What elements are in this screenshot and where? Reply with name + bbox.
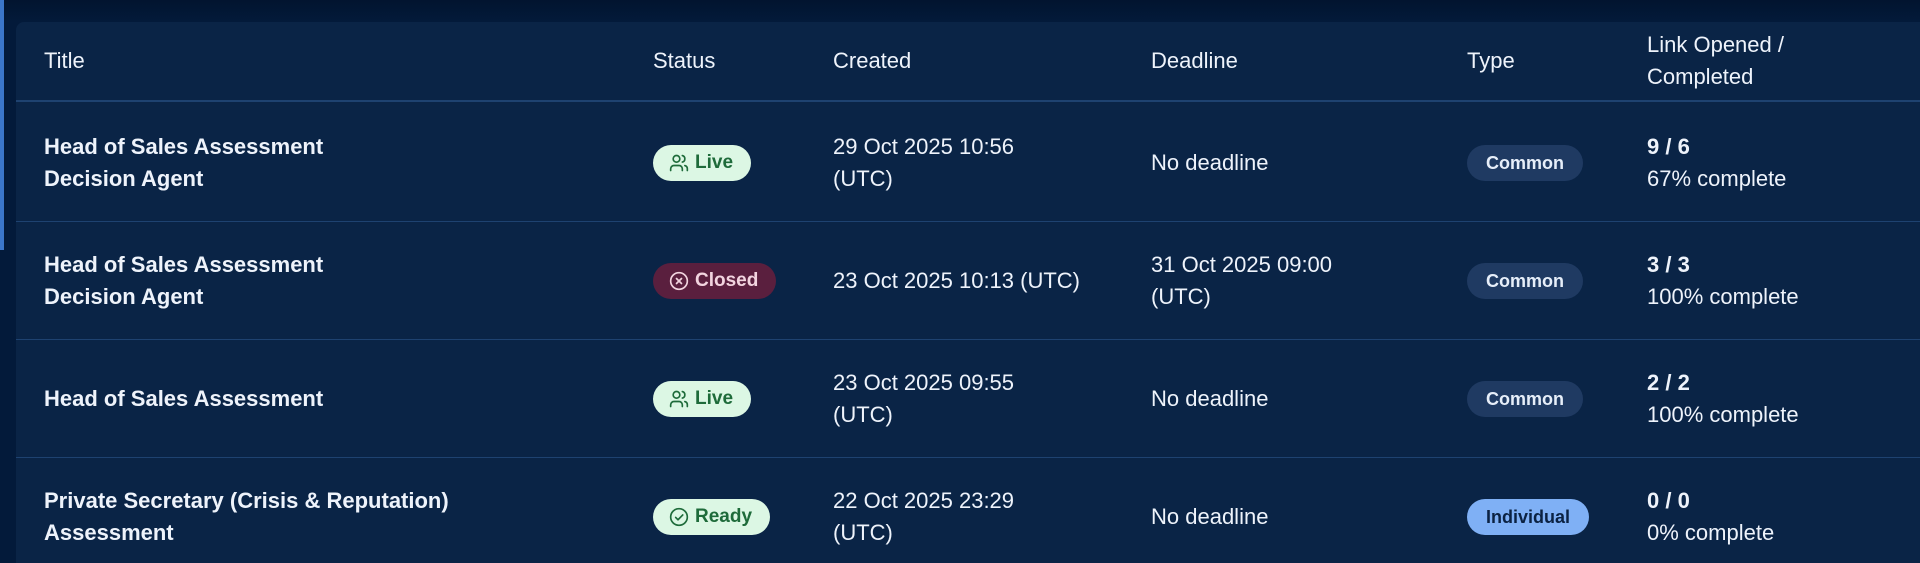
row-status: Live [653,104,813,222]
row-title[interactable]: Head of Sales Assessment Decision Agent [44,222,644,340]
row-title-line1: Private Secretary (Crisis & Reputation) [44,488,449,513]
row-deadline: 31 Oct 2025 09:00 (UTC) [1151,222,1451,340]
status-badge: Live [653,381,752,417]
assessments-table: Title Status Created Deadline Type Link … [16,22,1920,563]
row-title-line2: Decision Agent [44,284,204,309]
header-type-label: Type [1467,48,1515,73]
row-title-line2: Assessment [44,520,174,545]
link-opened-completed-count: 9 / 6 [1647,134,1690,159]
created-line1: 29 Oct 2025 10:56 [833,134,1015,159]
row-created: 23 Oct 2025 10:13 (UTC) [833,222,1133,340]
row-title[interactable]: Head of Sales Assessment Decision Agent [44,104,644,222]
header-deadline-label: Deadline [1151,48,1238,73]
created-line2: (UTC) [833,166,893,191]
row-stats: 2 / 2 100% complete [1647,340,1907,458]
table-row[interactable]: Head of Sales Assessment Decision Agent … [16,222,1920,340]
row-title[interactable]: Private Secretary (Crisis & Reputation) … [44,458,644,563]
row-created: 23 Oct 2025 09:55 (UTC) [833,340,1133,458]
users-icon [669,390,689,408]
status-badge: Ready [653,499,771,535]
link-opened-completed-count: 2 / 2 [1647,370,1690,395]
table-row[interactable]: Head of Sales Assessment Decision Agent … [16,104,1920,222]
row-created: 22 Oct 2025 23:29 (UTC) [833,458,1133,563]
header-status[interactable]: Status [653,22,813,100]
completion-percent: 100% complete [1647,284,1799,309]
created-line1: 22 Oct 2025 23:29 [833,488,1015,513]
table-row[interactable]: Head of Sales Assessment Live 23 Oct 202… [16,340,1920,458]
status-label: Live [695,388,734,409]
status-label: Live [695,152,734,173]
users-icon [669,154,689,172]
created-line1: 23 Oct 2025 09:55 [833,370,1015,395]
completion-percent: 67% complete [1647,166,1787,191]
row-title-line2: Decision Agent [44,166,204,191]
row-deadline: No deadline [1151,340,1451,458]
row-status: Ready [653,458,813,563]
status-label: Ready [695,506,753,527]
created-line1: 23 Oct 2025 10:13 (UTC) [833,268,1081,293]
completion-percent: 100% complete [1647,402,1799,427]
type-pill: Common [1467,263,1583,299]
sidebar-edge [0,0,4,250]
row-title-line1: Head of Sales Assessment [44,134,324,159]
table-row[interactable]: Private Secretary (Crisis & Reputation) … [16,458,1920,563]
table-header: Title Status Created Deadline Type Link … [16,22,1920,102]
row-title[interactable]: Head of Sales Assessment [44,340,644,458]
type-pill: Common [1467,381,1583,417]
link-opened-completed-count: 3 / 3 [1647,252,1690,277]
completion-percent: 0% complete [1647,520,1775,545]
row-status: Closed [653,222,813,340]
header-title-label: Title [44,48,85,73]
deadline-line2: (UTC) [1151,284,1211,309]
row-type: Common [1467,104,1627,222]
row-stats: 0 / 0 0% complete [1647,458,1907,563]
row-title-line1: Head of Sales Assessment [44,386,324,411]
header-stats-line1: Link Opened / [1647,32,1784,57]
row-deadline: No deadline [1151,104,1451,222]
deadline-line1: No deadline [1151,150,1269,175]
row-created: 29 Oct 2025 10:56 (UTC) [833,104,1133,222]
created-line2: (UTC) [833,520,893,545]
deadline-line1: No deadline [1151,386,1269,411]
status-label: Closed [695,270,759,291]
x-circle-icon [669,271,689,291]
header-type[interactable]: Type [1467,22,1627,100]
header-title[interactable]: Title [44,22,644,100]
deadline-line1: 31 Oct 2025 09:00 [1151,252,1333,277]
row-type: Individual [1467,458,1627,563]
row-stats: 3 / 3 100% complete [1647,222,1907,340]
header-created[interactable]: Created [833,22,1133,100]
header-created-label: Created [833,48,912,73]
row-deadline: No deadline [1151,458,1451,563]
type-pill: Individual [1467,499,1590,535]
created-line2: (UTC) [833,402,893,427]
header-link-opened-completed[interactable]: Link Opened / Completed [1647,22,1907,100]
assessments-page: Title Status Created Deadline Type Link … [0,0,1920,563]
status-badge: Closed [653,263,777,299]
header-deadline[interactable]: Deadline [1151,22,1451,100]
status-badge: Live [653,145,752,181]
row-type: Common [1467,222,1627,340]
deadline-line1: No deadline [1151,504,1269,529]
row-type: Common [1467,340,1627,458]
type-pill: Common [1467,145,1583,181]
header-stats-line2: Completed [1647,64,1754,89]
row-status: Live [653,340,813,458]
row-title-line1: Head of Sales Assessment [44,252,324,277]
header-status-label: Status [653,48,716,73]
check-circle-icon [669,507,689,527]
link-opened-completed-count: 0 / 0 [1647,488,1690,513]
row-stats: 9 / 6 67% complete [1647,104,1907,222]
